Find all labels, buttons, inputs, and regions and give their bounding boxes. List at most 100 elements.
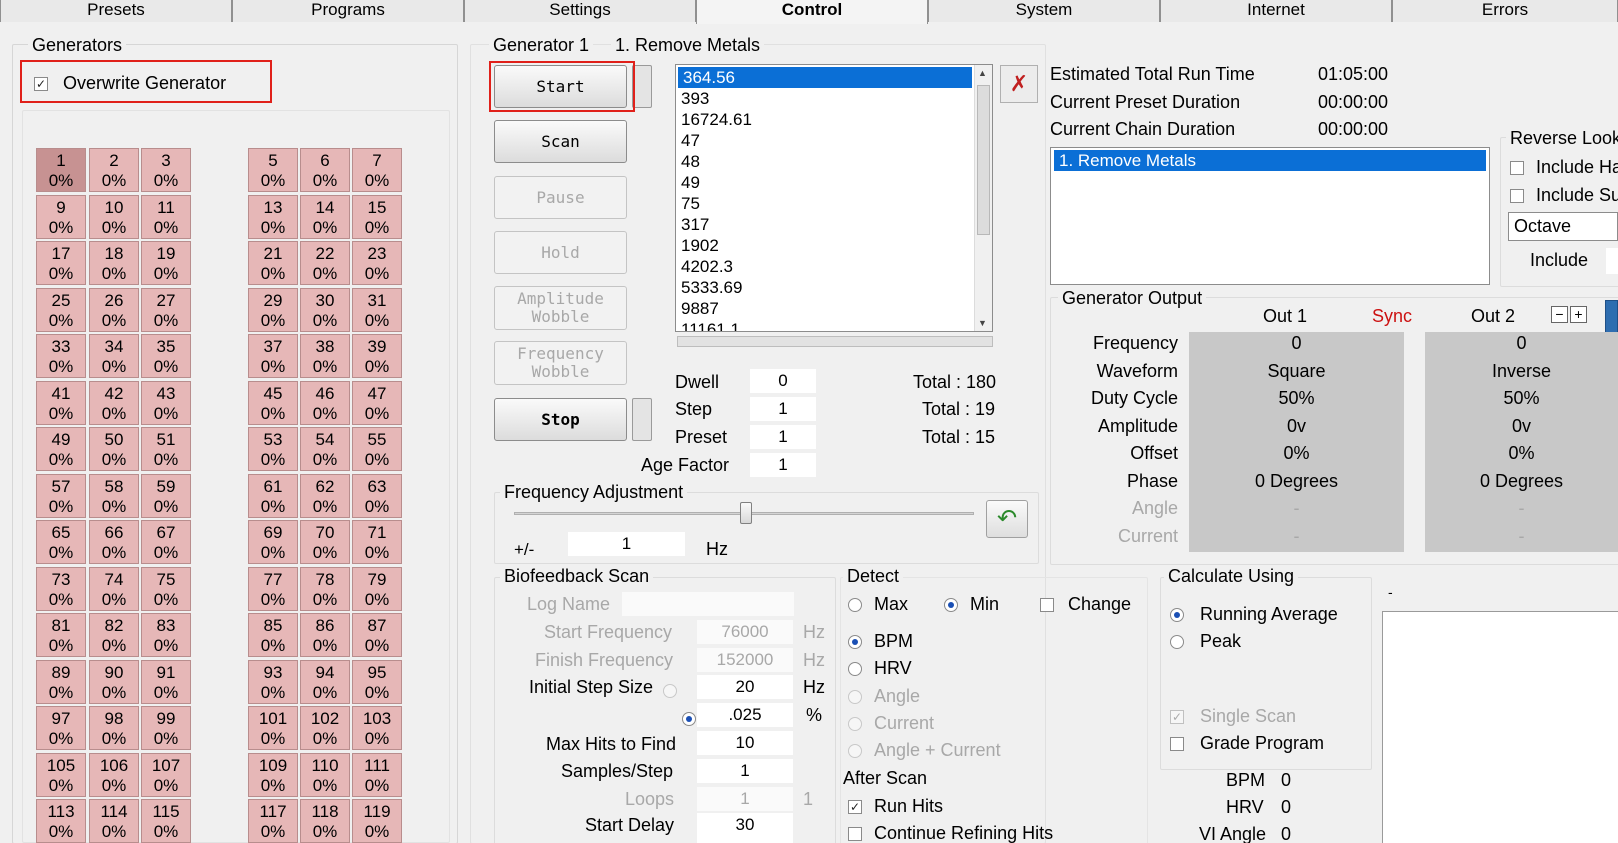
frequency-list-item[interactable]: 47 [676, 130, 992, 151]
generator-cell[interactable]: 22 0% [300, 241, 350, 285]
generator-cell[interactable]: 67 0% [141, 520, 191, 564]
generator-cell[interactable]: 89 0% [36, 659, 86, 704]
detect-change-checkbox[interactable]: Change [1040, 594, 1131, 615]
generator-cell[interactable]: 74 0% [89, 566, 139, 611]
continue-refining-checkbox[interactable]: Continue Refining Hits [848, 823, 1053, 843]
generator-cell[interactable]: 15 0% [352, 194, 402, 239]
stop-button[interactable]: Stop [494, 398, 627, 441]
preset-field[interactable]: 1 [750, 425, 816, 449]
generator-cell[interactable]: 55 0% [352, 427, 402, 471]
frequency-list-item[interactable]: 393 [676, 88, 992, 109]
generator-cell[interactable]: 105 0% [36, 752, 86, 797]
frequency-list-item[interactable]: 5333.69 [676, 277, 992, 298]
initial-step-size-field[interactable]: 20 [697, 675, 793, 699]
generator-cell[interactable]: 45 0% [248, 380, 298, 425]
dwell-field[interactable]: 0 [750, 369, 816, 393]
generator-cell[interactable]: 101 0% [248, 706, 298, 750]
generator-cell[interactable]: 90 0% [89, 659, 139, 704]
running-average-radio[interactable]: Running Average [1170, 604, 1338, 625]
tab-system[interactable]: System [928, 0, 1160, 22]
generator-cell[interactable]: 46 0% [300, 380, 350, 425]
frequency-wobble-button[interactable]: Frequency Wobble [494, 341, 627, 385]
frequency-list-item[interactable]: 49 [676, 172, 992, 193]
generator-cell[interactable]: 91 0% [141, 659, 191, 704]
generator-cell[interactable]: 102 0% [300, 706, 350, 750]
generator-cell[interactable]: 78 0% [300, 566, 350, 611]
sync-label[interactable]: Sync [1372, 306, 1412, 327]
generator-cell[interactable]: 93 0% [248, 659, 298, 704]
chain-list-item[interactable]: 1. Remove Metals [1054, 150, 1486, 171]
generator-cell[interactable]: 113 0% [36, 799, 86, 843]
frequency-list-scrollbar[interactable]: ▲ ▼ [974, 65, 992, 331]
generator-cell[interactable]: 107 0% [141, 752, 191, 797]
scroll-down-icon[interactable]: ▼ [978, 318, 987, 328]
generator-cell[interactable]: 71 0% [352, 520, 402, 564]
frequency-list-item[interactable]: 48 [676, 151, 992, 172]
generator-cell[interactable]: 38 0% [300, 334, 350, 378]
frequency-list-item[interactable]: 75 [676, 193, 992, 214]
generator-cell[interactable]: 14 0% [300, 194, 350, 239]
frequency-list-item[interactable]: 364.56 [678, 67, 972, 88]
peak-radio[interactable]: Peak [1170, 631, 1241, 652]
generator-cell[interactable]: 94 0% [300, 659, 350, 704]
generator-cell[interactable]: 7 0% [352, 148, 402, 192]
generator-cell[interactable]: 39 0% [352, 334, 402, 378]
age-factor-field[interactable]: 1 [750, 453, 816, 477]
generator-cell[interactable]: 34 0% [89, 334, 139, 378]
include-sub-checkbox[interactable]: Include Su [1510, 185, 1618, 206]
generator-cell[interactable]: 75 0% [141, 566, 191, 611]
tab-control[interactable]: Control [696, 0, 928, 24]
generator-cell[interactable]: 25 0% [36, 287, 86, 332]
generator-cell[interactable]: 103 0% [352, 706, 402, 750]
generator-cell[interactable]: 63 0% [352, 473, 402, 518]
generator-cell[interactable]: 61 0% [248, 473, 298, 518]
generator-cell[interactable]: 86 0% [300, 613, 350, 657]
generator-cell[interactable]: 119 0% [352, 799, 402, 843]
generator-cell[interactable]: 17 0% [36, 241, 86, 285]
generator-cell[interactable]: 83 0% [141, 613, 191, 657]
generator-cell[interactable]: 33 0% [36, 334, 86, 378]
frequency-adjust-field[interactable]: 1 [568, 532, 685, 556]
generator-cell[interactable]: 43 0% [141, 380, 191, 425]
detect-bpm-radio[interactable]: BPM [848, 631, 913, 652]
detect-angle-radio[interactable]: Angle [848, 686, 920, 707]
detect-current-radio[interactable]: Current [848, 713, 934, 734]
generator-cell[interactable]: 30 0% [300, 287, 350, 332]
generator-cell[interactable]: 111 0% [352, 752, 402, 797]
generator-cell[interactable]: 110 0% [300, 752, 350, 797]
detect-max-radio[interactable]: Max [848, 594, 908, 615]
generator-cell[interactable]: 118 0% [300, 799, 350, 843]
frequency-list-item[interactable]: 317 [676, 214, 992, 235]
single-scan-checkbox[interactable]: ✓ Single Scan [1170, 706, 1296, 727]
generator-cell[interactable]: 42 0% [89, 380, 139, 425]
scroll-thumb[interactable] [977, 85, 990, 235]
octave-dropdown[interactable]: Octave [1508, 212, 1618, 241]
generator-cell[interactable]: 1 0% [36, 148, 86, 192]
frequency-list-item[interactable]: 4202.3 [676, 256, 992, 277]
generator-cell[interactable]: 13 0% [248, 194, 298, 239]
generator-cell[interactable]: 59 0% [141, 473, 191, 518]
generator-cell[interactable]: 54 0% [300, 427, 350, 471]
max-hits-field[interactable]: 10 [697, 731, 793, 755]
tab-internet[interactable]: Internet [1160, 0, 1392, 22]
frequency-list-hscroll[interactable] [677, 336, 993, 347]
generator-cell[interactable]: 50 0% [89, 427, 139, 471]
generator-cell[interactable]: 114 0% [89, 799, 139, 843]
start-frequency-field[interactable]: 76000 [697, 620, 793, 644]
step-percent-field[interactable]: .025 [697, 703, 793, 727]
frequency-list-item[interactable]: 9887 [676, 298, 992, 319]
generator-cell[interactable]: 18 0% [89, 241, 139, 285]
scroll-up-icon[interactable]: ▲ [978, 68, 987, 78]
generator-cell[interactable]: 23 0% [352, 241, 402, 285]
generator-cell[interactable]: 47 0% [352, 380, 402, 425]
generator-cell[interactable]: 11 0% [141, 194, 191, 239]
generator-cell[interactable]: 79 0% [352, 566, 402, 611]
loops-field[interactable]: 1 [697, 787, 793, 811]
generator-cell[interactable]: 3 0% [141, 148, 191, 192]
save-icon[interactable] [1605, 300, 1618, 334]
generator-cell[interactable]: 2 0% [89, 148, 139, 192]
frequency-list-item[interactable]: 11161.1 [676, 319, 992, 331]
generator-cell[interactable]: 26 0% [89, 287, 139, 332]
start-delay-field[interactable]: 30 [697, 813, 793, 843]
chain-list[interactable]: 1. Remove Metals [1050, 147, 1490, 285]
